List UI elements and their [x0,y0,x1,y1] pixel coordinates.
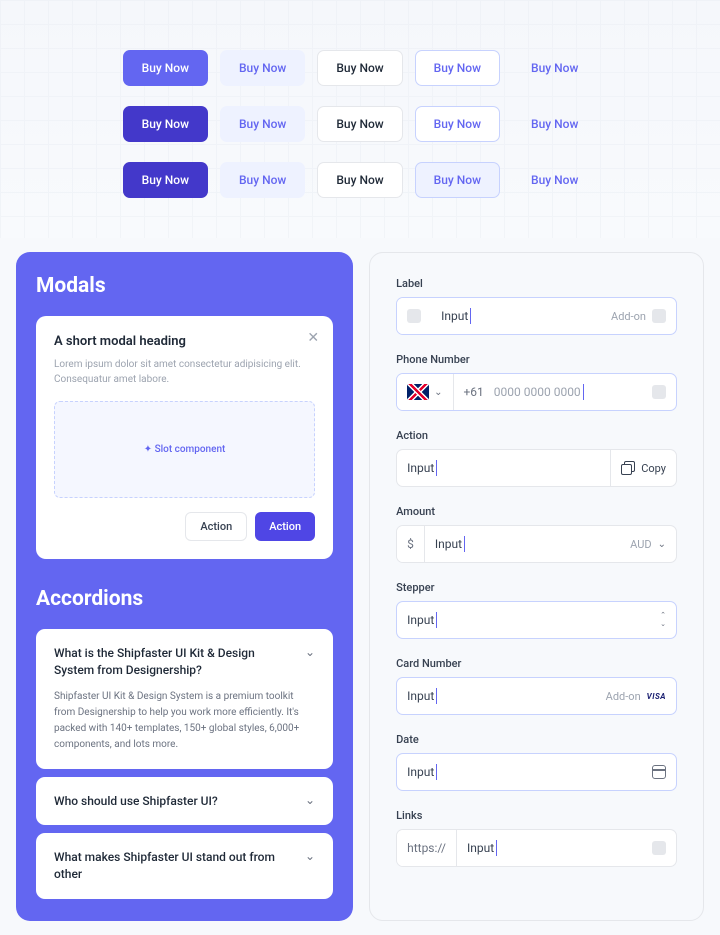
buy-now-button[interactable]: Buy Now [415,162,500,198]
suffix-box-icon [652,841,666,855]
calendar-icon [652,765,666,779]
card-input[interactable]: Input Add-onVISA [396,677,677,715]
buy-now-button[interactable]: Buy Now [220,50,305,86]
modal-secondary-button[interactable]: Action [185,512,247,541]
buy-now-button[interactable]: Buy Now [220,106,305,142]
addon-text: Add-on [611,310,646,323]
country-selector[interactable]: ⌄ [397,374,453,410]
stepper-icon: ⌃⌄ [660,612,666,628]
links-label: Links [396,809,677,822]
stepper-label: Stepper [396,581,677,594]
copy-button[interactable]: Copy [610,450,676,486]
accordion-answer: Shipfaster UI Kit & Design System is a p… [54,689,315,753]
prefix-box-icon [407,309,421,323]
url-prefix: https:// [407,841,446,855]
amount-input[interactable]: $ Input AUD⌄ [396,525,677,563]
accordion-question: What is the Shipfaster UI Kit & Design S… [54,645,305,679]
chevron-down-icon: ⌄ [434,387,442,398]
accordion-question: What makes Shipfaster UI stand out from … [54,849,305,883]
date-label: Date [396,733,677,746]
addon-text: Add-on [606,690,641,703]
currency-symbol: $ [407,537,414,551]
buy-now-button[interactable]: Buy Now [415,106,500,142]
button-row-1: Buy Now Buy Now Buy Now Buy Now Buy Now [123,50,598,86]
buy-now-button[interactable]: Buy Now [123,50,208,86]
modal-primary-button[interactable]: Action [255,512,315,541]
modal-heading: A short modal heading [54,334,315,349]
chevron-down-icon: ⌄ [658,539,666,550]
buy-now-button[interactable]: Buy Now [123,162,208,198]
label-input[interactable]: Input Add-on [396,297,677,335]
accordion-question: Who should use Shipfaster UI? [54,793,238,810]
chevron-down-icon: ⌄ [305,645,315,659]
suffix-box-icon [652,309,666,323]
buy-now-button[interactable]: Buy Now [220,162,305,198]
chevron-down-icon: ⌄ [305,793,315,807]
buy-now-button[interactable]: Buy Now [123,106,208,142]
action-input[interactable]: Input Copy [396,449,677,487]
action-label: Action [396,429,677,442]
modals-accordions-panel: Modals ✕ A short modal heading Lorem ips… [16,252,353,921]
button-row-2: Buy Now Buy Now Buy Now Buy Now Buy Now [123,106,598,142]
accordion-item[interactable]: Who should use Shipfaster UI? ⌄ [36,777,333,826]
buttons-showcase: Buy Now Buy Now Buy Now Buy Now Buy Now … [0,0,720,238]
buy-now-button[interactable]: Buy Now [512,162,597,198]
buy-now-button[interactable]: Buy Now [317,106,402,142]
inputs-panel: Label Input Add-on Phone Number ⌄ +61000… [369,252,704,921]
phone-label: Phone Number [396,353,677,366]
date-input[interactable]: Input [396,753,677,791]
modal-description: Lorem ipsum dolor sit amet consectetur a… [54,357,315,387]
slot-component: ✦ Slot component [54,401,315,498]
buy-now-button[interactable]: Buy Now [512,106,597,142]
label-field-label: Label [396,277,677,290]
phone-input[interactable]: ⌄ +610000 0000 0000 [396,373,677,411]
date-picker-button[interactable] [642,754,676,790]
modals-title: Modals [36,274,333,298]
card-label: Card Number [396,657,677,670]
visa-icon: VISA [647,692,666,701]
buy-now-button[interactable]: Buy Now [512,50,597,86]
button-row-3: Buy Now Buy Now Buy Now Buy Now Buy Now [123,162,598,198]
flag-au-icon [407,384,429,400]
currency-selector[interactable]: AUD⌄ [620,526,676,562]
buy-now-button[interactable]: Buy Now [317,50,402,86]
accordion-item[interactable]: What is the Shipfaster UI Kit & Design S… [36,629,333,769]
close-icon[interactable]: ✕ [307,330,319,346]
accordion-item[interactable]: What makes Shipfaster UI stand out from … [36,833,333,899]
copy-icon [621,461,635,475]
amount-label: Amount [396,505,677,518]
suffix-box-icon [652,385,666,399]
links-input[interactable]: https:// Input [396,829,677,867]
modal-example: ✕ A short modal heading Lorem ipsum dolo… [36,316,333,559]
buy-now-button[interactable]: Buy Now [415,50,500,86]
stepper-controls[interactable]: ⌃⌄ [650,602,676,638]
buy-now-button[interactable]: Buy Now [317,162,402,198]
chevron-down-icon: ⌄ [305,849,315,863]
accordions-title: Accordions [36,587,333,611]
stepper-input[interactable]: Input ⌃⌄ [396,601,677,639]
